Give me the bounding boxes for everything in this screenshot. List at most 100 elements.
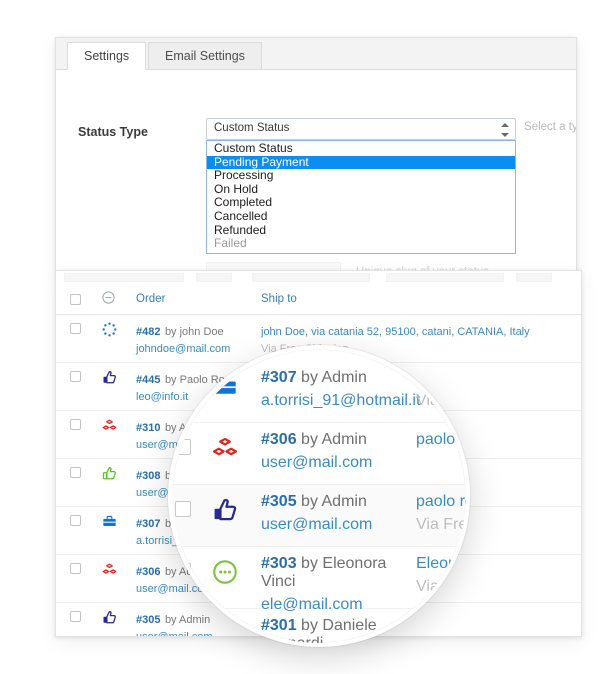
- order-by: by Admin: [301, 431, 367, 448]
- thumb-up-green-icon: [102, 466, 119, 483]
- order-email[interactable]: a.torrisi_91@hotmail.it: [261, 392, 420, 410]
- row-checkbox[interactable]: [175, 501, 191, 517]
- ship-via: Via Free Shipp: [416, 578, 468, 595]
- magnifier-lens: #307 by Admin a.torrisi_91@hotmail.it pa…: [168, 345, 470, 647]
- order-number[interactable]: #306: [136, 566, 160, 578]
- ship-via: Via Free: [416, 640, 466, 643]
- row-status-cell: [102, 314, 136, 363]
- order-by: by john Doe: [164, 326, 224, 338]
- order-column-header[interactable]: Order: [136, 285, 261, 315]
- status-type-select[interactable]: Custom Status: [206, 118, 516, 140]
- order-number[interactable]: #307: [261, 369, 297, 386]
- row-select-cell: [56, 362, 102, 411]
- row-status-cell: [102, 458, 136, 507]
- option-processing[interactable]: Processing: [207, 169, 515, 183]
- option-failed[interactable]: Failed: [207, 237, 515, 251]
- order-by: by Admin: [301, 493, 367, 510]
- dots-circle-icon: [212, 559, 238, 585]
- toolbar-segment-a: [64, 273, 184, 282]
- cubes-icon: [102, 562, 119, 579]
- ship-address: john Doe, via catania 52, 95100, catani,…: [261, 326, 530, 338]
- option-completed[interactable]: Completed: [207, 196, 515, 210]
- row-status-cell: [102, 554, 136, 603]
- magnifier-ghost-row-top: [172, 349, 466, 361]
- magnified-order-cell: #301 by Daniele Leonardi dai@mail.com: [261, 617, 411, 643]
- option-cancelled[interactable]: Cancelled: [207, 209, 515, 224]
- order-number[interactable]: #305: [136, 614, 160, 626]
- row-status-cell: [102, 506, 136, 555]
- magnified-shipto-cell: paola Via Free: [416, 369, 468, 410]
- status-type-hint: Select a type: [524, 121, 577, 133]
- order-number[interactable]: #307: [136, 518, 160, 530]
- briefcase-icon: [102, 514, 119, 531]
- order-number[interactable]: #482: [136, 326, 160, 338]
- ship-address: paolo rossi,: [416, 431, 466, 448]
- magnifier-viewport: #307 by Admin a.torrisi_91@hotmail.it pa…: [172, 349, 468, 643]
- row-checkbox[interactable]: [70, 563, 81, 574]
- ship-address: paolo rossi, via: [416, 493, 466, 510]
- tab-email-settings-label: Email Settings: [165, 49, 245, 63]
- order-number[interactable]: #310: [136, 422, 160, 434]
- row-status-cell: [102, 410, 136, 459]
- row-checkbox[interactable]: [70, 371, 81, 382]
- settings-panel-body: Status Type Custom Status Select a type …: [56, 70, 577, 270]
- orders-table-header-row: Order Ship to: [56, 285, 581, 315]
- status-column-header: [102, 285, 136, 315]
- chevron-updown-icon: [500, 123, 509, 137]
- row-checkbox[interactable]: [175, 563, 191, 579]
- toolbar-segment-e: [516, 273, 552, 282]
- tab-settings[interactable]: Settings: [67, 42, 147, 70]
- row-checkbox[interactable]: [70, 419, 81, 430]
- magnified-shipto-cell: paolo rossi, via Via Free Shippi: [416, 493, 468, 534]
- settings-panel: Settings Email Settings Status Type Cust…: [55, 37, 577, 271]
- magnified-row[interactable]: #305 by Admin user@mail.com paolo rossi,…: [172, 485, 468, 547]
- row-status-cell: [102, 602, 136, 636]
- order-email[interactable]: user@mail.com: [261, 516, 411, 534]
- toolbar-segment-c: [252, 273, 370, 282]
- magnified-order-cell: #305 by Admin user@mail.com: [261, 493, 411, 534]
- status-type-selected-value: Custom Status: [214, 122, 290, 134]
- magnified-order-cell: #303 by Eleonora Vinci ele@mail.com: [261, 555, 411, 614]
- order-number[interactable]: #306: [261, 431, 297, 448]
- ship-via: Via Free: [416, 392, 468, 409]
- row-checkbox[interactable]: [70, 611, 81, 622]
- tab-email-settings[interactable]: Email Settings: [148, 42, 262, 69]
- magnified-shipto-cell: Daniele Leo Via Free: [416, 617, 466, 643]
- thumb-up-icon: [102, 610, 119, 627]
- order-number[interactable]: #305: [261, 493, 297, 510]
- row-checkbox[interactable]: [175, 377, 191, 393]
- order-number[interactable]: #301: [261, 617, 297, 634]
- magnified-row[interactable]: #307 by Admin a.torrisi_91@hotmail.it pa…: [172, 361, 468, 423]
- magnified-row[interactable]: #306 by Admin user@mail.com paolo rossi,: [172, 423, 466, 485]
- cubes-icon: [102, 418, 119, 435]
- cubes-icon: [212, 621, 238, 643]
- row-select-cell: [56, 314, 102, 363]
- option-pending-payment[interactable]: Pending Payment: [207, 155, 515, 170]
- option-on-hold[interactable]: On Hold: [207, 182, 515, 197]
- cubes-icon: [212, 435, 238, 461]
- magnified-row[interactable]: #303 by Eleonora Vinci ele@mail.com Eleo…: [172, 547, 468, 613]
- magnified-order-cell: #307 by Admin a.torrisi_91@hotmail.it: [261, 369, 420, 410]
- magnified-row[interactable]: #301 by Daniele Leonardi dai@mail.com Da…: [172, 609, 466, 643]
- order-number[interactable]: #308: [136, 470, 160, 482]
- row-checkbox[interactable]: [70, 467, 81, 478]
- order-number[interactable]: #445: [136, 374, 160, 386]
- row-checkbox[interactable]: [70, 515, 81, 526]
- shipto-column-header[interactable]: Ship to: [261, 285, 581, 315]
- order-number[interactable]: #303: [261, 555, 297, 572]
- row-checkbox[interactable]: [175, 625, 191, 641]
- ship-address: Eleonora Vinci,: [416, 555, 466, 572]
- row-checkbox[interactable]: [175, 439, 191, 455]
- row-select-cell: [56, 458, 102, 507]
- ship-via: Via Free Shippi: [416, 516, 468, 533]
- row-select-cell: [56, 554, 102, 603]
- option-custom-status[interactable]: Custom Status: [207, 141, 515, 156]
- status-type-option-list[interactable]: Custom Status Pending Payment Processing…: [206, 140, 516, 254]
- row-checkbox[interactable]: [70, 323, 81, 334]
- select-all-checkbox[interactable]: [70, 294, 81, 305]
- option-refunded[interactable]: Refunded: [207, 223, 515, 238]
- order-by: by Admin: [301, 369, 367, 386]
- order-email[interactable]: user@mail.com: [261, 454, 411, 472]
- status-type-label: Status Type: [78, 125, 148, 139]
- tab-bar: Settings Email Settings: [56, 38, 576, 70]
